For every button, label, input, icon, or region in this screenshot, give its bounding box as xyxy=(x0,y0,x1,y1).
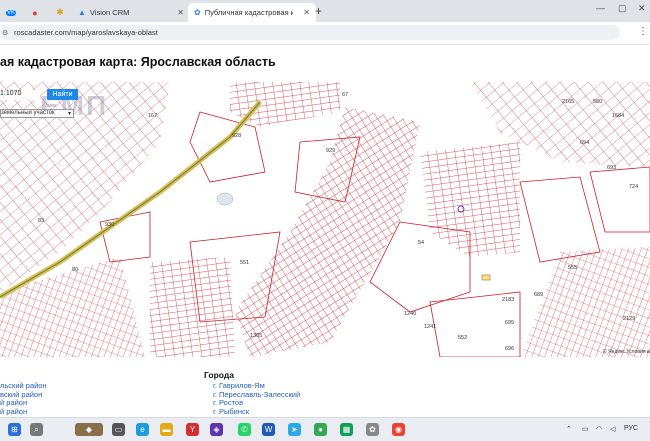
city-list: г. Гаврилов-Ям г. Переславль-Залесский г… xyxy=(213,381,300,417)
volume-icon[interactable]: ◁ xyxy=(610,425,615,433)
tab-title: Публичная кадастровая карта xyxy=(204,8,293,17)
parcel-number-label: 693 xyxy=(607,165,616,171)
district-link[interactable]: й район xyxy=(0,407,47,417)
parcel-number-label: 80 xyxy=(72,267,78,273)
chevron-down-icon: ▾ xyxy=(67,111,71,117)
new-tab-button[interactable]: + xyxy=(315,4,322,18)
highlighted-parcel[interactable] xyxy=(481,274,491,281)
tab-vk[interactable]: VK xyxy=(4,3,18,22)
slack-icon: ✱ xyxy=(56,7,64,17)
telegram-icon[interactable]: ➤ xyxy=(288,423,301,436)
weather-widget-icon[interactable]: ◆ xyxy=(75,423,103,436)
parcel-number-label: 695 xyxy=(505,320,514,326)
map-canvas[interactable]: 167 928 929 67 2165 580 1684 930 83 551 54 693 694 72… xyxy=(0,82,650,357)
parcel-number-label: 167 xyxy=(148,113,157,119)
parcel-number-label: 724 xyxy=(629,184,638,190)
map-copyright: © Яндекс Условия и xyxy=(603,349,650,355)
wifi-icon[interactable]: ◠ xyxy=(596,425,602,433)
tab-slack[interactable]: ✱ xyxy=(53,3,67,22)
parcel-number-label: 929 xyxy=(326,148,335,154)
windows-start-icon[interactable]: ⊞ xyxy=(8,423,21,436)
parcel-number-label: 2129 xyxy=(623,316,635,322)
object-type-value: земельный участок xyxy=(1,110,55,116)
minimize-icon[interactable]: — xyxy=(596,3,605,13)
parcel-number-label: 2165 xyxy=(562,99,574,105)
keyboard-language[interactable]: РУС xyxy=(624,425,638,432)
browser-menu-icon[interactable]: ⋮ xyxy=(638,26,648,37)
parcel-number-label: 83 xyxy=(38,218,44,224)
parcel-number-label: 2183 xyxy=(502,297,514,303)
app-icon[interactable]: ✿ xyxy=(366,423,379,436)
parcel-area-southeast xyxy=(520,247,650,357)
chrome-alt-icon[interactable]: ● xyxy=(314,423,327,436)
address-bar-row: ⚙ roscadaster.com/map/yaroslavskaya-obla… xyxy=(0,22,650,45)
sheets-icon[interactable]: ▦ xyxy=(340,423,353,436)
edge-icon[interactable]: e xyxy=(136,423,149,436)
parcel-number-label: 1684 xyxy=(612,113,624,119)
scale-input[interactable]: 1:1070 xyxy=(0,90,40,100)
yandex-icon[interactable]: Y xyxy=(186,423,199,436)
tray-chevron-icon[interactable]: ⌃ xyxy=(566,425,572,433)
task-view-icon[interactable]: ▭ xyxy=(112,423,125,436)
maximize-icon[interactable]: ▢ xyxy=(618,3,627,14)
parcel-number-label: 54 xyxy=(418,240,424,246)
os-taskbar: ⊞ ⌕ ◆ ▭ e ▬ Y ◈ ✆ W ➤ ● ▦ ✿ ◉ ⌃ ▭ ◠ ◁ РУ… xyxy=(0,417,650,441)
map-pin-icon: ● xyxy=(32,7,38,18)
cities-heading: Города xyxy=(204,370,234,380)
find-button[interactable]: Найти xyxy=(47,89,78,100)
site-favicon-icon: ✿ xyxy=(194,8,201,17)
tab-cadastral-map[interactable]: ✿ Публичная кадастровая карта ✕ xyxy=(188,3,316,22)
tab-title: Vision CRM xyxy=(89,8,130,17)
parcel-number-label: 930 xyxy=(105,222,114,228)
tab-maps[interactable]: ● xyxy=(28,3,42,22)
parcel-number-label: 1305 xyxy=(250,333,262,339)
site-info-icon[interactable]: ⚙ xyxy=(2,29,8,37)
district-list: льский район вский район й район й район xyxy=(0,381,47,417)
search-icon[interactable]: ⌕ xyxy=(30,423,43,436)
crm-icon: ▲ xyxy=(78,8,86,17)
parcel-number-label: 552 xyxy=(458,335,467,341)
cadastral-map[interactable]: 167 928 929 67 2165 580 1684 930 83 551 54 693 694 72… xyxy=(0,82,650,357)
parcel-area-center xyxy=(235,107,420,357)
pond xyxy=(216,192,234,206)
region-links: льский район вский район й район й район… xyxy=(0,362,650,417)
parcel-number-label: 555 xyxy=(568,265,577,271)
word-icon[interactable]: W xyxy=(262,423,275,436)
address-bar[interactable]: ⚙ roscadaster.com/map/yaroslavskaya-obla… xyxy=(0,25,620,40)
url-text: roscadaster.com/map/yaroslavskaya-oblast xyxy=(14,28,158,37)
file-explorer-icon[interactable]: ▬ xyxy=(160,423,173,436)
chrome-icon[interactable]: ◉ xyxy=(392,423,405,436)
parcel-number-label: 551 xyxy=(240,260,249,266)
parcel-number-label: 928 xyxy=(232,133,241,139)
browser-tab-bar: VK ● ✱ ▲ Vision CRM ✕ ✿ Публичная кадаст… xyxy=(0,0,650,22)
city-link[interactable]: г. Рыбинск xyxy=(213,407,300,417)
close-icon[interactable]: ✕ xyxy=(177,8,184,17)
parcel-number-label: 694 xyxy=(580,140,589,146)
parcel-number-label: 696 xyxy=(505,346,514,352)
whatsapp-icon[interactable]: ✆ xyxy=(238,423,251,436)
parcel-number-label: 689 xyxy=(534,292,543,298)
parcel-number-label: 67 xyxy=(342,92,348,98)
network-icon[interactable]: ▭ xyxy=(582,425,589,433)
close-icon[interactable]: ✕ xyxy=(303,8,310,17)
parcel-number-label: 1240 xyxy=(404,311,416,317)
parcel-number-label: 1241 xyxy=(424,324,436,330)
object-type-select[interactable]: земельный участок ▾ xyxy=(0,109,74,118)
parcel-area-south xyxy=(150,257,235,357)
vk-icon: VK xyxy=(5,9,16,16)
page-title: ая кадастровая карта: Ярославская област… xyxy=(0,55,276,69)
store-icon[interactable]: ◈ xyxy=(210,423,223,436)
parcel-number-label: 580 xyxy=(593,99,602,105)
tab-vision-crm[interactable]: ▲ Vision CRM ✕ xyxy=(72,3,190,22)
close-window-icon[interactable]: ✕ xyxy=(638,3,646,14)
